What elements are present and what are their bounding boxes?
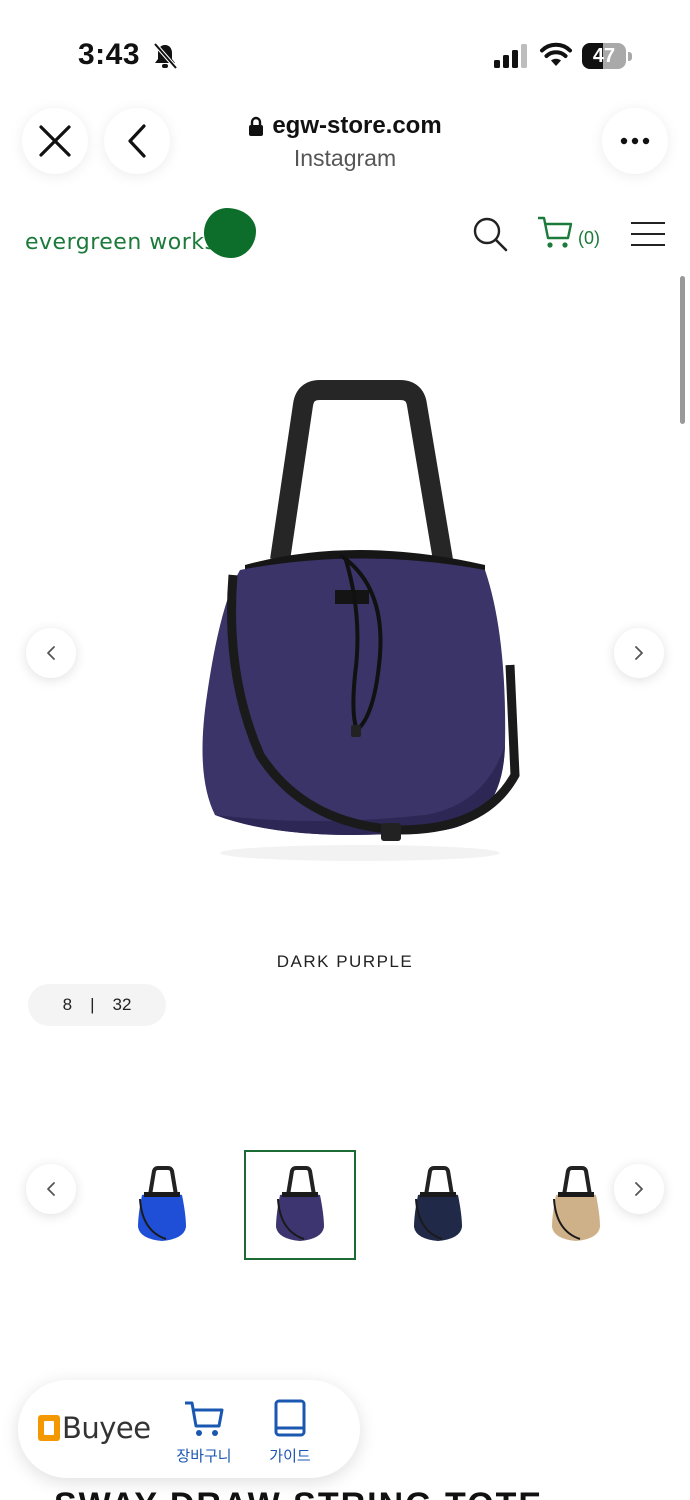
more-icon [620, 137, 650, 145]
buyee-toolbar: Buyee 장바구니 가이드 [18, 1380, 360, 1478]
close-icon [39, 125, 71, 157]
bag-thumbnail-icon [138, 1166, 186, 1241]
buyee-cart-label: 장바구니 [176, 1447, 232, 1465]
more-options-button[interactable] [602, 108, 668, 174]
page-scrollbar[interactable] [680, 276, 685, 424]
product-color-name: DARK PURPLE [276, 952, 414, 971]
chevron-right-icon [635, 1182, 643, 1196]
book-icon [274, 1399, 306, 1437]
color-thumbnail-dark-purple[interactable] [244, 1150, 356, 1260]
thumbnail-prev-button[interactable] [26, 1164, 76, 1214]
site-logo-mark[interactable] [204, 208, 256, 258]
buyee-logo-icon [38, 1415, 60, 1441]
buyee-cart-button[interactable]: 장바구니 [164, 1398, 244, 1466]
chevron-left-icon [47, 1182, 55, 1196]
product-title: SWAY DRAW STRING TOTE [54, 1486, 543, 1500]
buyee-logo-text: Buyee [62, 1411, 151, 1445]
pager-total: 32 [112, 995, 132, 1014]
color-thumbnail-navy[interactable] [382, 1150, 494, 1260]
source-app-label: Instagram [293, 145, 397, 171]
image-next-button[interactable] [614, 628, 664, 678]
chevron-left-icon [47, 646, 55, 660]
close-button[interactable] [22, 108, 88, 174]
color-thumbnail-blue[interactable] [106, 1150, 218, 1260]
chevron-left-icon [128, 124, 146, 158]
status-time: 3:43 [78, 38, 141, 71]
buyee-guide-label: 가이드 [269, 1447, 311, 1465]
bag-thumbnail-icon [276, 1166, 324, 1241]
url-text: egw-store.com [272, 112, 442, 139]
product-image [202, 380, 520, 861]
cart-count[interactable]: (0) [578, 228, 600, 249]
bell-muted-icon [153, 42, 178, 70]
buyee-logo[interactable]: Buyee [38, 1410, 151, 1446]
bag-thumbnail-icon [414, 1166, 462, 1241]
battery-percent: 47 [592, 45, 616, 67]
wifi-icon [540, 42, 572, 66]
status-bar: 3:43 47 [0, 0, 690, 100]
lock-icon [249, 116, 264, 136]
image-pager: 8 | 32 [28, 984, 166, 1026]
cellular-signal-icon [494, 44, 527, 68]
image-prev-button[interactable] [26, 628, 76, 678]
battery-icon: 47 [582, 43, 632, 69]
cart-icon [185, 1401, 224, 1436]
hamburger-menu-icon[interactable] [631, 222, 665, 246]
search-icon[interactable] [472, 216, 508, 252]
site-logo-text[interactable]: evergreen works [25, 230, 216, 255]
address-bar[interactable]: egw-store.com Instagram [190, 112, 500, 172]
pager-current: 8 [62, 995, 73, 1014]
buyee-guide-button[interactable]: 가이드 [250, 1398, 330, 1466]
bag-thumbnail-icon [552, 1166, 600, 1241]
cart-icon[interactable] [536, 214, 574, 250]
back-button[interactable] [104, 108, 170, 174]
pager-separator: | [90, 995, 95, 1014]
color-thumbnail-beige[interactable] [520, 1150, 632, 1260]
chevron-right-icon [635, 646, 643, 660]
